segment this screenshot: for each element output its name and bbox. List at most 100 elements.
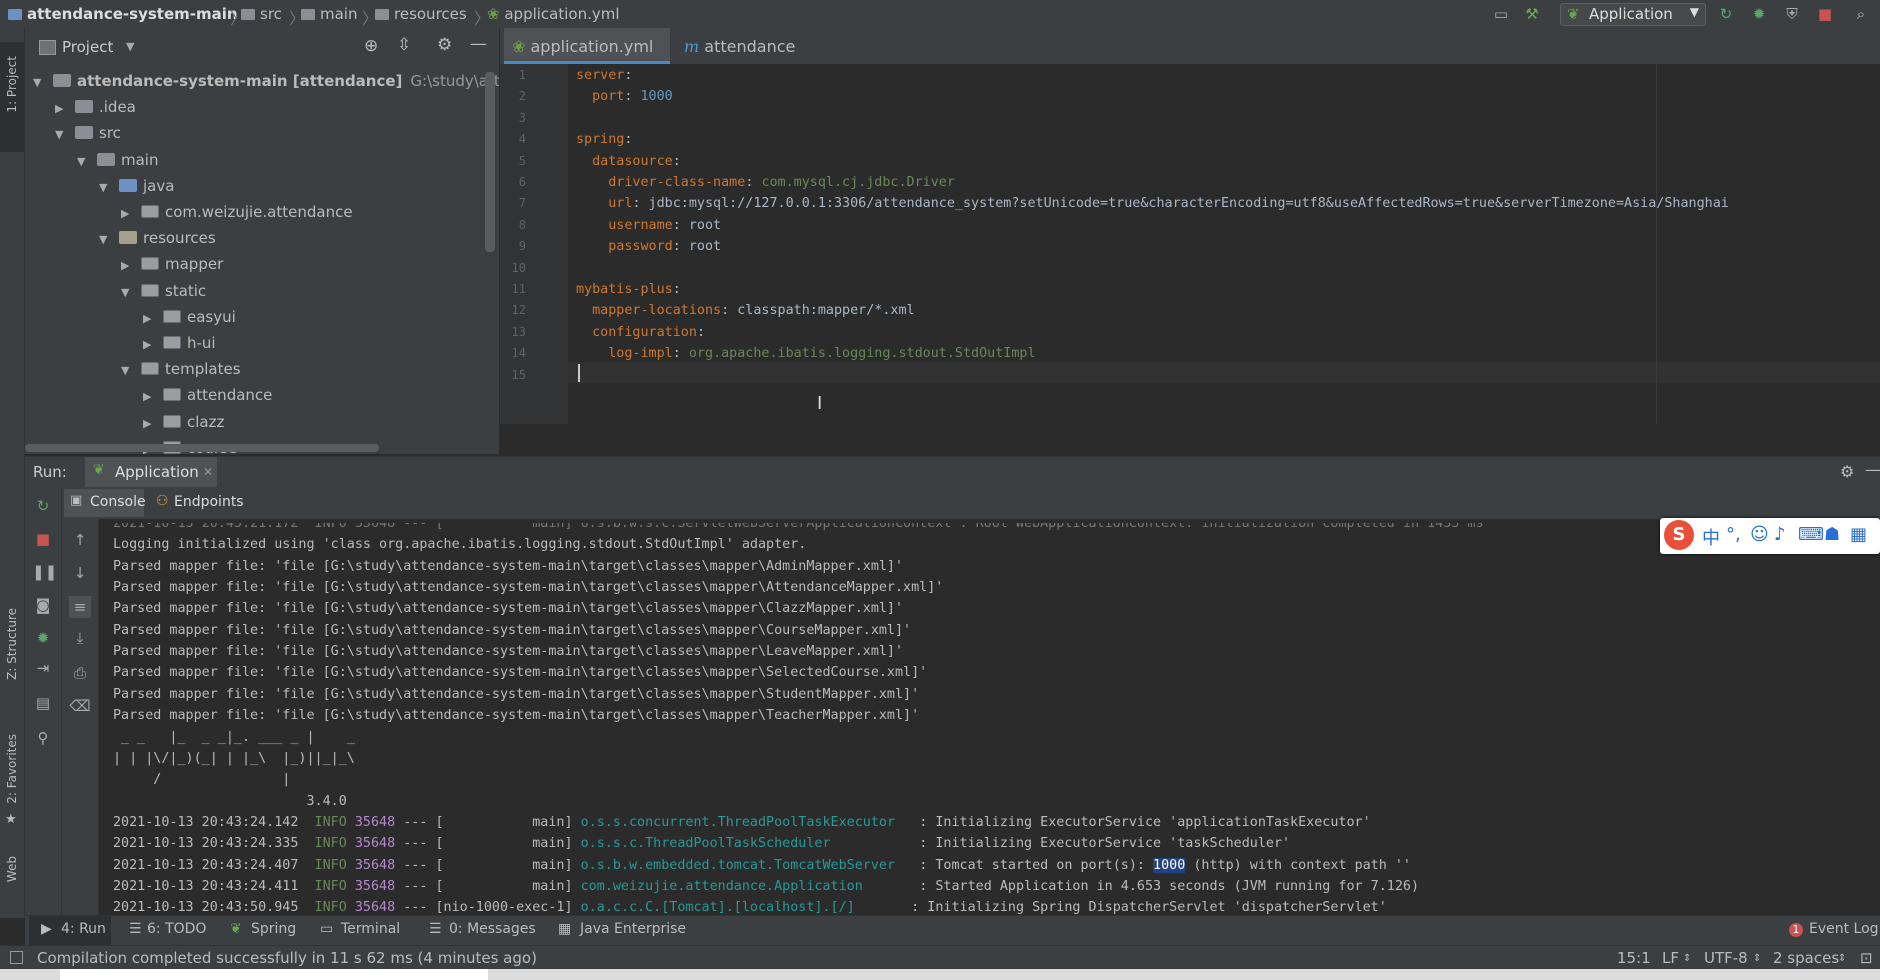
code-line[interactable]: driver-class-name: com.mysql.cj.jdbc.Dri… [576,172,955,193]
web-stripe-button[interactable]: Web [5,856,19,882]
layout-icon[interactable]: ▤ [32,692,54,714]
tree-item[interactable]: ▼ java [99,173,174,199]
tree-item[interactable]: ▼ main [77,147,158,173]
breadcrumb-file[interactable]: ❀ application.yml [487,5,620,23]
code-line[interactable]: log-impl: org.apache.ibatis.logging.stdo… [576,343,1035,364]
toolwindow-run[interactable]: ▶ 4: Run [29,916,111,946]
pause-icon[interactable]: ❚❚ [32,561,57,583]
tree-item[interactable]: ▼ templates [121,356,241,382]
lock-icon[interactable]: ⊡ [1860,949,1873,967]
stop-icon[interactable]: ■ [1816,5,1834,23]
code-line[interactable]: server: [576,65,632,86]
tree-item[interactable]: ▼ static [121,278,206,304]
tree-item[interactable]: ▼ src [55,120,121,146]
collapse-all-icon[interactable]: ⇳ [397,35,411,55]
toolwindow-spring[interactable]: Spring [251,921,296,937]
toolwindow-terminal[interactable]: Terminal [341,921,400,937]
chevron-down-icon[interactable]: ▼ [99,227,115,253]
chevron-right-icon[interactable]: ▶ [143,306,159,332]
chevron-down-icon[interactable]: ▼ [99,175,115,201]
debug-bug-icon[interactable]: ✹ [32,627,54,649]
gear-icon[interactable]: ⚙ [1840,462,1854,481]
tree-item[interactable]: ▶ clazz [143,409,224,435]
status-toggle-icon[interactable] [10,951,23,964]
print-icon[interactable]: ⎙ [69,662,91,684]
rerun-icon[interactable]: ↻ [32,495,54,517]
camera-icon[interactable]: ◙ [32,594,54,616]
pin-icon[interactable]: ⚲ [32,727,54,749]
code-line[interactable]: configuration: [576,322,705,343]
code-line[interactable]: url: jdbc:mysql://127.0.0.1:3306/attenda… [576,193,1729,214]
chevron-right-icon[interactable]: ▶ [143,411,159,437]
breadcrumb-main[interactable]: main [301,5,357,23]
code-line[interactable]: username: root [576,215,721,236]
structure-stripe-button[interactable]: Z: Structure [5,608,19,680]
chevron-down-icon[interactable]: ▼ [77,149,93,175]
chevron-down-icon[interactable]: ▼ [121,280,137,306]
run-tab-application[interactable]: ❦ Application ✕ [85,457,217,487]
code-line[interactable]: password: root [576,236,721,257]
chinese-mode-icon[interactable]: 中 [1702,524,1720,550]
project-view-title[interactable]: Project [62,38,113,56]
code-line[interactable]: spring: [576,129,632,150]
rerun-icon[interactable]: ↻ [1717,5,1735,23]
locate-target-icon[interactable]: ⊕ [364,36,378,56]
favorites-stripe-button[interactable]: 2: Favorites [5,734,19,804]
chevron-down-icon[interactable]: ▼ [55,122,71,148]
toolwindow-todo[interactable]: 6: TODO [147,921,206,937]
console-tab[interactable]: ▣ Console [64,489,146,517]
toolbox-icon[interactable]: ▦ [1850,524,1867,545]
coverage-icon[interactable]: ⛨ [1783,5,1801,23]
toolwindow-java-enterprise[interactable]: Java Enterprise [580,921,686,937]
indent-setting[interactable]: 2 spaces [1773,949,1839,967]
ime-toolbar[interactable]: S 中 °, ☺ ♪ ⌨ ☗ ▦ [1660,518,1880,554]
chevron-right-icon[interactable]: ▶ [55,96,71,122]
code-line[interactable]: datasource: [576,151,681,172]
tree-item[interactable]: ▶ com.weizujie.attendance [121,199,353,225]
code-line[interactable]: port: 1000 [576,86,673,107]
tree-item[interactable]: ▶ easyui [143,304,236,330]
chevron-down-icon[interactable]: ▼ [126,40,134,53]
tree-item[interactable]: ▶ mapper [121,251,223,277]
endpoints-tab[interactable]: ⚇ Endpoints [156,489,256,517]
chevron-right-icon[interactable]: ▶ [143,332,159,358]
project-horizontal-scrollbar[interactable] [25,444,379,452]
breadcrumb-project[interactable]: attendance-system-main [8,5,238,23]
build-hammer-icon[interactable]: ⚒ [1523,5,1541,23]
trash-icon[interactable]: ⌫ [69,695,91,717]
breadcrumb-src[interactable]: src [241,5,282,23]
project-stripe-button[interactable]: 1: Project [0,42,24,152]
caret-position[interactable]: 15:1 [1617,949,1651,967]
keyboard-icon[interactable]: ⌨ [1798,524,1824,545]
gear-icon[interactable]: ⚙ [437,35,452,55]
chevron-right-icon[interactable]: ▶ [143,384,159,410]
hide-minimize-icon[interactable]: — [1865,460,1880,479]
toolwindow-messages[interactable]: 0: Messages [449,921,536,937]
arrow-down-icon[interactable]: ↓ [69,562,91,584]
debug-bug-icon[interactable]: ✹ [1750,5,1768,23]
search-icon[interactable]: ⌕ [1852,5,1870,23]
hide-minimize-icon[interactable]: — [470,34,487,54]
code-editor[interactable] [500,64,1880,456]
chevron-right-icon[interactable]: ▶ [121,201,137,227]
file-encoding[interactable]: UTF-8 [1704,949,1748,967]
microphone-icon[interactable]: ♪ [1774,524,1786,545]
scroll-to-end-icon[interactable]: ⤓ [69,627,91,649]
soft-wrap-icon[interactable]: ≡ [69,596,91,618]
terminal-icon[interactable]: ▭ [1492,5,1510,23]
punctuation-icon[interactable]: °, [1726,524,1741,545]
tab-attendance[interactable]: m attendance ✕ [676,28,822,94]
code-line[interactable]: mapper-locations: classpath:mapper/*.xml [576,300,914,321]
tree-item[interactable]: ▶ h-ui [143,330,216,356]
emoji-icon[interactable]: ☺ [1750,524,1769,545]
tab-application-yml[interactable]: ❀ application.yml ✕ [504,28,670,94]
project-vertical-scrollbar[interactable] [485,72,495,252]
arrow-up-icon[interactable]: ↑ [69,529,91,551]
breadcrumb-resources[interactable]: resources [375,5,467,23]
stop-icon[interactable]: ■ [32,528,54,550]
tree-item[interactable]: ▼ resources [99,225,216,251]
code-line[interactable]: mybatis-plus: [576,279,681,300]
chevron-down-icon[interactable]: ▼ [121,358,137,384]
exit-icon[interactable]: ⇥ [32,657,54,679]
run-configuration-select[interactable]: ❦ Application ▼ [1560,3,1706,26]
